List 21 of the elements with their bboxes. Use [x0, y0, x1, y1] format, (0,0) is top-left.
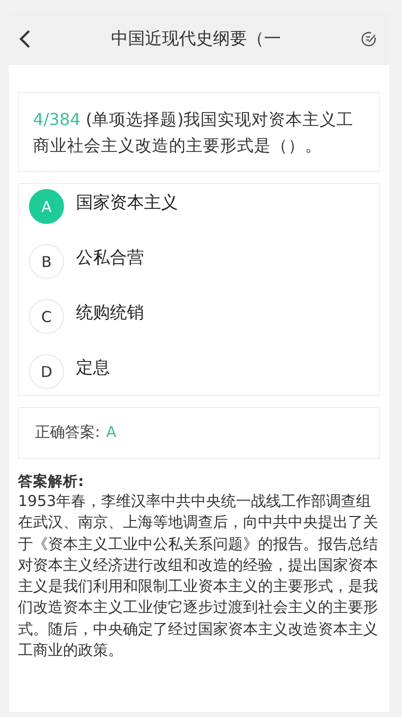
question-text: 4/384 (单项选择题)我国实现对资本主义工商业社会主义改造的主要形式是（）。 — [33, 109, 355, 157]
answer-option[interactable]: B 公私合营 — [29, 244, 369, 279]
option-text: 统购统销 — [76, 302, 144, 325]
page-title: 中国近现代史纲要（一 — [110, 28, 282, 50]
option-text: 公私合营 — [76, 247, 144, 270]
option-letter: C — [29, 299, 64, 334]
explanation-text: 1953年春，李维汉率中共中央统一战线工作部调查组在武汉、南京、上海等地调查后，向中共中央提出了关于《资本主义工业中公私关系问题》的报告。报告总结对资本主义经济进行改组和改造的经验，提出国家资本主义是我们利用和限制工业资本主义的主要形式，是我们改造资本主义工业使它逐步过渡到社会主义的主要形式。随后，中央确定了经过国家资本主义改造资本主义工商业的政策。 — [18, 491, 379, 662]
option-text: 国家资本主义 — [76, 192, 178, 215]
back-button[interactable] — [17, 28, 33, 50]
option-letter: D — [29, 354, 64, 389]
option-letter: A — [29, 189, 64, 224]
option-text: 定息 — [76, 357, 110, 380]
answer-option[interactable]: A 国家资本主义 — [29, 189, 369, 224]
explanation-title: 答案解析: — [18, 472, 85, 491]
back-icon — [19, 30, 31, 48]
answer-option[interactable]: C 统购统销 — [29, 299, 369, 334]
edit-note-icon — [361, 30, 377, 46]
answer-option[interactable]: D 定息 — [29, 354, 369, 389]
answer-value: A — [106, 423, 116, 442]
answer-label: 正确答案: — [35, 423, 100, 442]
option-letter: B — [29, 244, 64, 279]
